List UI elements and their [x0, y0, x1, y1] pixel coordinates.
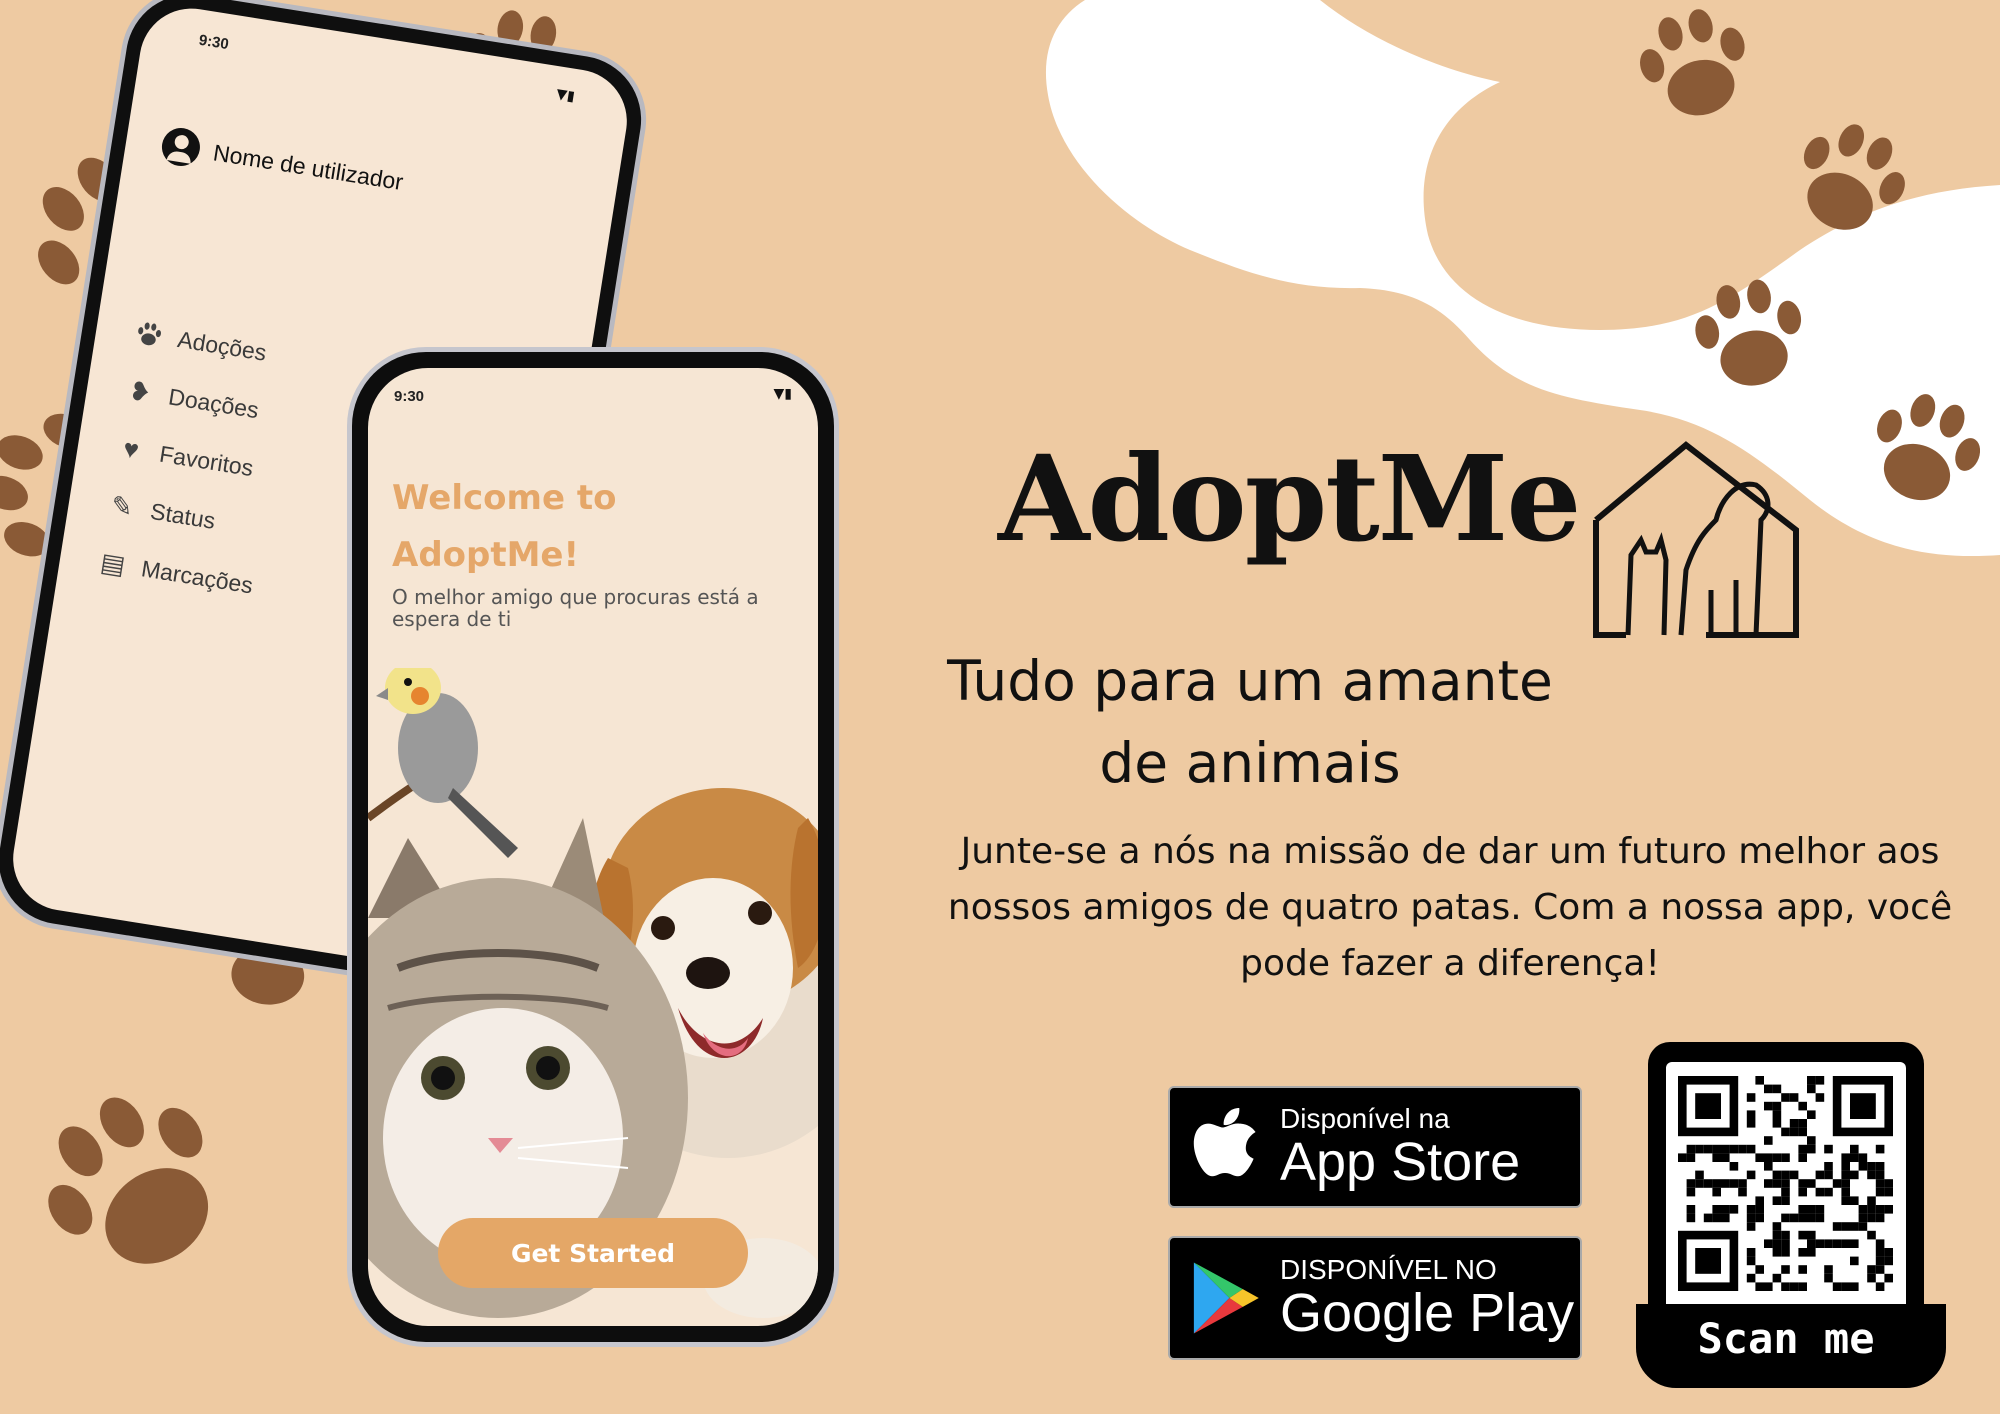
- wifi-battery-icon: ▼▮: [555, 86, 576, 105]
- heart-icon: ♥: [121, 432, 142, 465]
- menu-label: Marcações: [139, 554, 255, 598]
- house-pets-logo-icon: [1593, 441, 1799, 638]
- brand-subtitle: Tudo para um amante de animais: [880, 640, 1620, 804]
- app-store-button[interactable]: Disponível na App Store: [1168, 1086, 1582, 1208]
- wifi-battery-icon: ▼▮: [773, 386, 792, 402]
- menu-label: Adoções: [175, 325, 269, 366]
- welcome-line-2: AdoptMe!: [392, 535, 579, 575]
- qr-code-pattern: [1678, 1076, 1893, 1291]
- qr-code: [1666, 1062, 1906, 1316]
- bird-illustration: [368, 668, 518, 858]
- welcome-title: Welcome to AdoptMe!: [392, 470, 616, 584]
- brand-logo-text: AdoptMe: [998, 429, 1581, 568]
- calendar-icon: ▤: [98, 546, 128, 580]
- paw-icon: [132, 317, 166, 351]
- edit-icon: ✎: [108, 489, 136, 523]
- front-phone-mockup: 9:30 ▼▮ Welcome to AdoptMe! O melhor ami…: [352, 352, 834, 1342]
- menu-label: Status: [148, 497, 218, 534]
- username: Nome de utilizador: [211, 138, 406, 195]
- welcome-line-1: Welcome to: [392, 478, 617, 518]
- avatar-icon: [159, 125, 203, 169]
- google-play-icon: [1170, 1258, 1280, 1338]
- google-play-big-label: Google Play: [1280, 1283, 1575, 1343]
- welcome-tagline: O melhor amigo que procuras está a esper…: [392, 585, 759, 631]
- menu-label: Favoritos: [157, 440, 256, 481]
- brand-description: Junte-se a nós na missão de dar um futur…: [947, 831, 1953, 984]
- apple-icon: [1170, 1108, 1280, 1186]
- app-store-small-label: Disponível na: [1280, 1103, 1450, 1134]
- menu-label: Doações: [166, 382, 261, 423]
- status-time: 9:30: [197, 31, 230, 54]
- google-play-small-label: DISPONÍVEL NO: [1280, 1254, 1497, 1285]
- app-store-big-label: App Store: [1280, 1132, 1521, 1192]
- subtitle-line-2: de animais: [1099, 731, 1401, 795]
- heart-hand-icon: ❥: [127, 374, 154, 408]
- google-play-button[interactable]: DISPONÍVEL NO Google Play: [1168, 1236, 1582, 1360]
- side-menu: Adoções ❥ Doações ♥ Favoritos ✎ Status ▤…: [94, 303, 294, 614]
- front-phone-screen: 9:30 ▼▮ Welcome to AdoptMe! O melhor ami…: [368, 368, 818, 1326]
- paw-print-icon: [1675, 260, 1826, 411]
- profile-header[interactable]: Nome de utilizador: [159, 125, 406, 201]
- status-time: 9:30: [394, 388, 425, 405]
- qr-code-card[interactable]: Scan me: [1636, 1034, 1946, 1390]
- subtitle-line-1: Tudo para um amante: [947, 649, 1553, 713]
- get-started-button[interactable]: Get Started: [438, 1218, 748, 1288]
- scan-me-label: Scan me: [1697, 1314, 1875, 1363]
